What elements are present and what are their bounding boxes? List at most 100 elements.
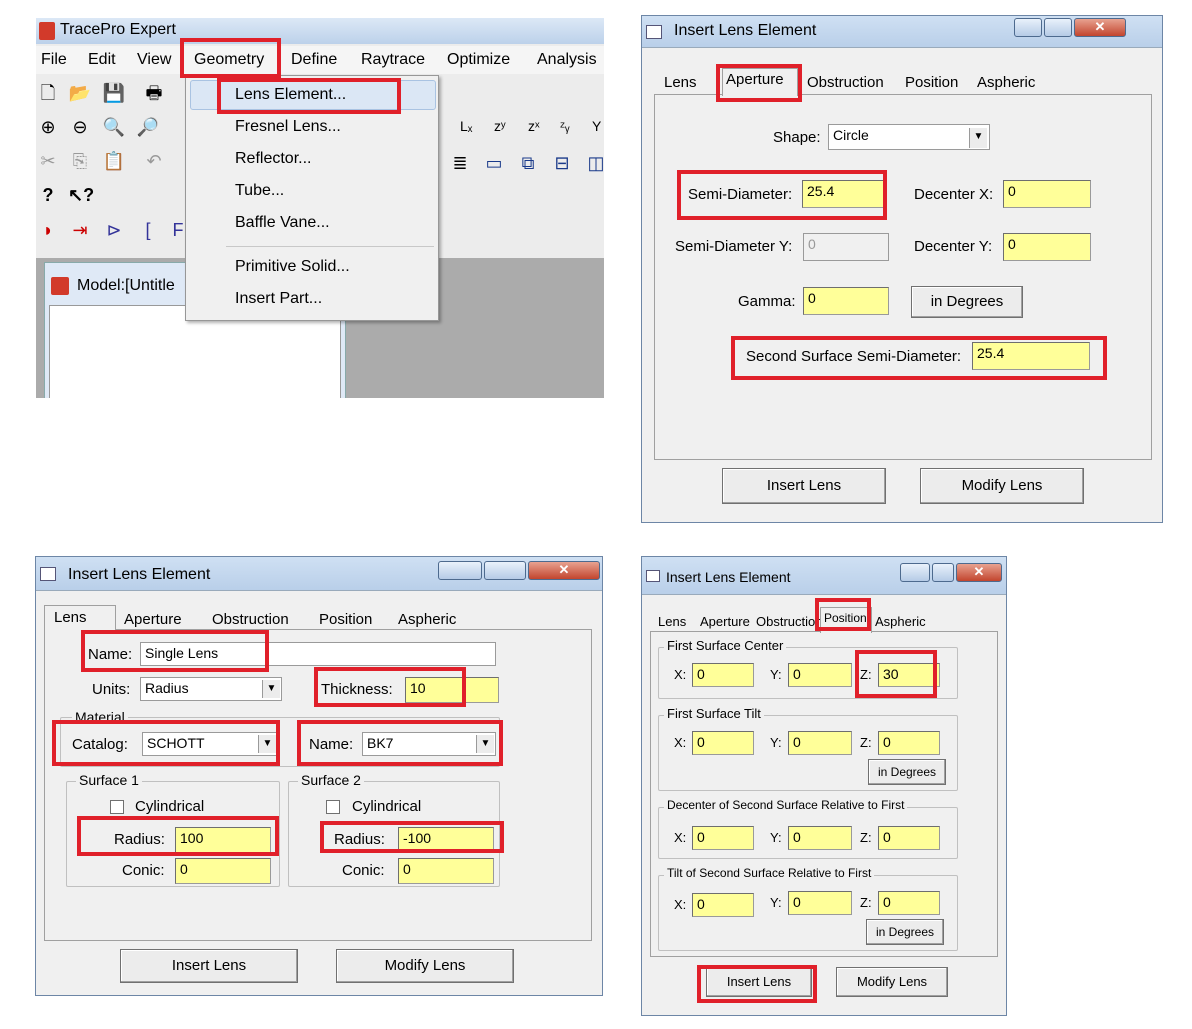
tab-lens[interactable]: Lens — [54, 609, 87, 626]
tab-aspheric[interactable]: Aspheric — [398, 611, 456, 628]
g4-in-degrees-button[interactable]: in Degrees — [866, 919, 944, 945]
menu-edit[interactable]: Edit — [88, 51, 116, 69]
units-dropdown-icon[interactable]: ▼ — [262, 680, 280, 698]
new-file-icon[interactable]: 🗋 — [36, 82, 60, 104]
gamma-input[interactable]: 0 — [803, 287, 889, 315]
tab-aspheric[interactable]: Aspheric — [977, 74, 1035, 91]
tab-position[interactable]: Position — [319, 611, 372, 628]
modify-lens-button[interactable]: Modify Lens — [336, 949, 514, 983]
material-name-dropdown-icon[interactable]: ▼ — [476, 735, 494, 753]
window-icon[interactable]: ▭ — [482, 152, 506, 174]
tab-lens[interactable]: Lens — [664, 74, 697, 91]
axis-z-glyph[interactable]: zˣ — [528, 118, 540, 134]
g1-y-input[interactable]: 0 — [788, 663, 852, 687]
g4-x-input[interactable]: 0 — [692, 893, 754, 917]
undo-icon[interactable]: ↶ — [142, 150, 166, 172]
insert-lens-button[interactable]: Insert Lens — [120, 949, 298, 983]
tab-obstruction[interactable]: Obstruction — [756, 614, 822, 629]
g3-x-input[interactable]: 0 — [692, 826, 754, 850]
g4-z-input[interactable]: 0 — [878, 891, 940, 915]
surface1-radius-input[interactable]: 100 — [175, 827, 271, 853]
help-icon[interactable]: ? — [36, 184, 60, 206]
maximize-button[interactable] — [932, 563, 954, 582]
minimize-button[interactable] — [1014, 18, 1042, 37]
menu-item-insert-part[interactable]: Insert Part... — [235, 290, 322, 308]
menu-item-lens-element-label[interactable]: Lens Element... — [235, 86, 346, 104]
modify-lens-button[interactable]: Modify Lens — [836, 967, 948, 997]
semi-diameter-input[interactable]: 25.4 — [802, 180, 884, 208]
tab-position[interactable]: Position — [824, 611, 867, 625]
menu-item-primitive-solid[interactable]: Primitive Solid... — [235, 258, 350, 276]
g2-y-input[interactable]: 0 — [788, 731, 852, 755]
tab-aperture[interactable]: Aperture — [726, 71, 784, 88]
menu-item-baffle-vane[interactable]: Baffle Vane... — [235, 214, 330, 232]
insert-lens-button[interactable]: Insert Lens — [706, 967, 812, 997]
g4-y-input[interactable]: 0 — [788, 891, 852, 915]
cut-icon[interactable]: ✂ — [36, 150, 60, 172]
menu-define[interactable]: Define — [291, 51, 337, 69]
semi-diameter-y-input[interactable]: 0 — [803, 233, 889, 261]
axis-y2-glyph[interactable]: Y — [592, 118, 601, 134]
decenter-x-input[interactable]: 0 — [1003, 180, 1091, 208]
name-input[interactable]: Single Lens — [140, 642, 496, 666]
close-button[interactable]: ✕ — [956, 563, 1002, 582]
print-icon[interactable]: 🖶 — [142, 82, 166, 104]
menu-item-fresnel-lens[interactable]: Fresnel Lens... — [235, 118, 341, 136]
surface2-cylindrical-checkbox[interactable] — [326, 800, 340, 814]
g2-z-input[interactable]: 0 — [878, 731, 940, 755]
bracket-icon[interactable]: [ — [136, 219, 160, 241]
in-degrees-button[interactable]: in Degrees — [911, 286, 1023, 318]
axis-zy-glyph[interactable]: ᶻᵧ — [560, 118, 570, 134]
modify-lens-button[interactable]: Modify Lens — [920, 468, 1084, 504]
units-select[interactable]: Radius — [140, 677, 282, 701]
zoom-fit-icon[interactable]: 🔎 — [136, 116, 160, 138]
axis-x-glyph[interactable]: Lₓ — [460, 118, 472, 134]
text-view-icon[interactable]: ≣ — [448, 152, 472, 174]
menu-analysis[interactable]: Analysis — [537, 51, 597, 69]
menu-item-tube[interactable]: Tube... — [235, 182, 284, 200]
second-surface-input[interactable]: 25.4 — [972, 342, 1090, 370]
tab-obstruction[interactable]: Obstruction — [212, 611, 289, 628]
maximize-button[interactable] — [1044, 18, 1072, 37]
tab-aperture[interactable]: Aperture — [124, 611, 182, 628]
surface2-radius-input[interactable]: -100 — [398, 827, 494, 853]
close-button[interactable]: ✕ — [1074, 18, 1126, 37]
g2-x-input[interactable]: 0 — [692, 731, 754, 755]
menu-file[interactable]: File — [41, 51, 67, 69]
zoom-window-icon[interactable]: 🔍 — [102, 116, 126, 138]
minimize-button[interactable] — [438, 561, 482, 580]
save-icon[interactable]: 💾 — [102, 82, 126, 104]
thickness-input[interactable]: 10 — [405, 677, 499, 703]
g3-z-input[interactable]: 0 — [878, 826, 940, 850]
close-button[interactable]: ✕ — [528, 561, 600, 580]
tab-aspheric[interactable]: Aspheric — [875, 614, 926, 629]
tab-aperture[interactable]: Aperture — [700, 614, 750, 629]
raytrace-arrow-icon[interactable]: ⇥ — [68, 219, 92, 241]
tab-lens[interactable]: Lens — [658, 614, 686, 629]
tile-vertical-icon[interactable]: ◫ — [584, 152, 604, 174]
paste-icon[interactable]: 📋 — [102, 150, 126, 172]
axis-y-glyph[interactable]: zʸ — [494, 118, 506, 134]
menu-optimize[interactable]: Optimize — [447, 51, 510, 69]
tab-obstruction[interactable]: Obstruction — [807, 74, 884, 91]
menu-raytrace[interactable]: Raytrace — [361, 51, 425, 69]
shape-dropdown-icon[interactable]: ▼ — [969, 128, 987, 148]
zoom-in-icon[interactable]: ⊕ — [36, 116, 60, 138]
surface1-conic-input[interactable]: 0 — [175, 858, 271, 884]
shape-select[interactable]: Circle — [828, 124, 990, 150]
lens-icon[interactable]: ⊳ — [102, 219, 126, 241]
copy-icon[interactable]: ⎘ — [68, 150, 92, 172]
decenter-y-input[interactable]: 0 — [1003, 233, 1091, 261]
menu-geometry[interactable]: Geometry — [194, 51, 264, 69]
menu-item-reflector[interactable]: Reflector... — [235, 150, 311, 168]
g1-z-input[interactable]: 30 — [878, 663, 940, 687]
menu-view[interactable]: View — [137, 51, 171, 69]
raytrace-source-icon[interactable]: ◗ — [36, 219, 60, 241]
surface1-cylindrical-checkbox[interactable] — [110, 800, 124, 814]
zoom-out-icon[interactable]: ⊖ — [68, 116, 92, 138]
tab-position[interactable]: Position — [905, 74, 958, 91]
tile-horizontal-icon[interactable]: ⊟ — [550, 152, 574, 174]
surface2-conic-input[interactable]: 0 — [398, 858, 494, 884]
open-folder-icon[interactable]: 📂 — [68, 82, 92, 104]
minimize-button[interactable] — [900, 563, 930, 582]
